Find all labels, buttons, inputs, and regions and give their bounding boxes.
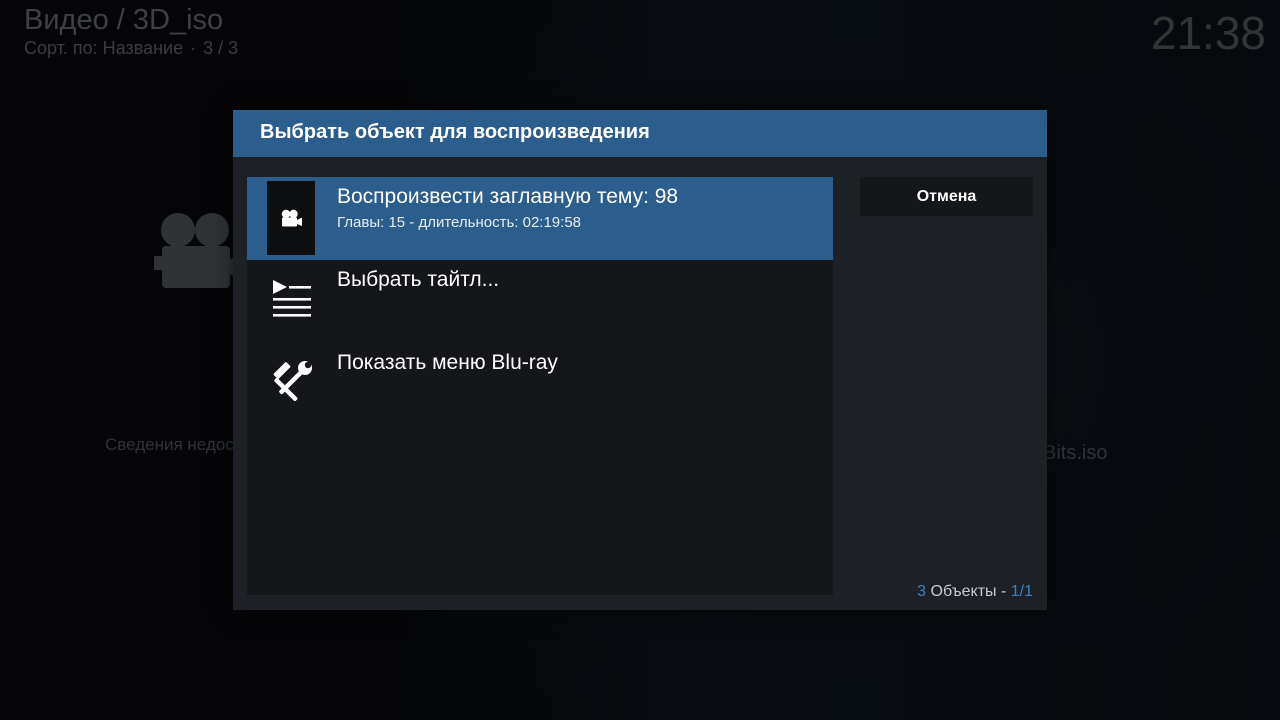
count-label: Объекты [930,583,997,600]
options-list: Воспроизвести заглавную тему: 98 Главы: … [247,177,833,595]
item-title: Воспроизвести заглавную тему: 98 [337,185,679,208]
select-playback-dialog: Выбрать объект для воспроизведения Воспр… [233,110,1047,610]
item-title: Выбрать тайтл... [337,268,500,291]
dialog-title: Выбрать объект для воспроизведения [260,121,650,143]
item-title: Показать меню Blu-ray [337,351,558,374]
item-thumbnail [267,181,315,255]
tools-icon [273,361,312,402]
video-camera-icon [281,209,302,227]
playlist-icon [273,280,311,317]
count-number: 3 [917,583,927,600]
dialog-header: Выбрать объект для воспроизведения [233,110,1047,157]
page-indicator: 1/1 [1010,583,1033,600]
list-item-show-bluray-menu[interactable]: Показать меню Blu-ray [247,343,833,426]
count-separator: - [1000,583,1007,600]
list-item-select-title[interactable]: Выбрать тайтл... [247,260,833,343]
item-subtitle: Главы: 15 - длительность: 02:19:58 [337,214,582,231]
items-count: 3 Объекты - 1/1 [917,583,1033,601]
list-item-play-main-title[interactable]: Воспроизвести заглавную тему: 98 Главы: … [247,177,833,260]
cancel-button[interactable]: Отмена [860,177,1033,216]
